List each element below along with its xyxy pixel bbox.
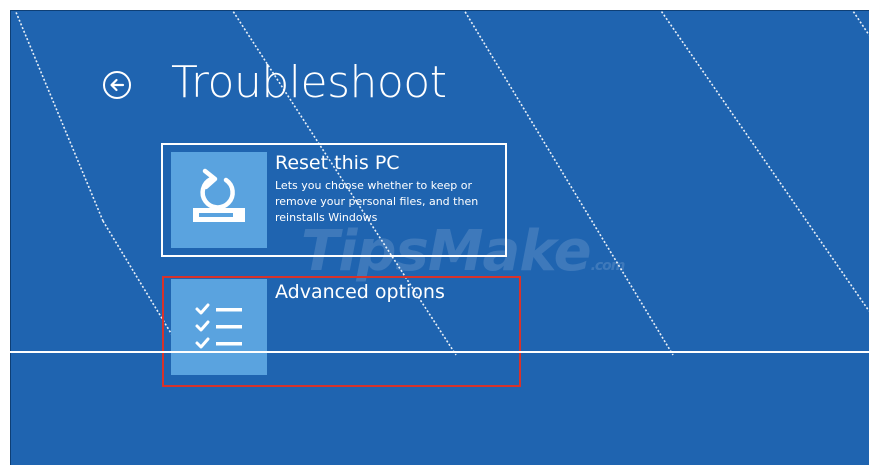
page-title: Troubleshoot [171, 57, 447, 108]
advanced-options-tile[interactable]: Advanced options [161, 269, 507, 383]
horizontal-divider [0, 351, 870, 353]
checklist-icon-box [171, 279, 267, 375]
description-line: Lets you choose whether to keep or [275, 179, 473, 192]
advanced-options-title: Advanced options [275, 281, 445, 303]
recovery-screen: TipsMake.com Troubleshoot Reset this PC … [10, 10, 869, 465]
screenshot-frame: TipsMake.com Troubleshoot Reset this PC … [0, 0, 870, 465]
description-line: reinstalls Windows [275, 211, 378, 224]
reset-this-pc-description: Lets you choose whether to keep or remov… [275, 178, 497, 226]
back-button[interactable] [101, 69, 133, 101]
reset-this-pc-title: Reset this PC [275, 152, 400, 174]
reset-pc-icon [193, 168, 245, 222]
reset-pc-icon-box [171, 152, 267, 248]
description-line: remove your personal files, and then [275, 195, 479, 208]
back-arrow-icon[interactable] [101, 69, 133, 101]
reset-this-pc-tile[interactable]: Reset this PC Lets you choose whether to… [161, 143, 507, 257]
checklist-icon [195, 303, 242, 349]
